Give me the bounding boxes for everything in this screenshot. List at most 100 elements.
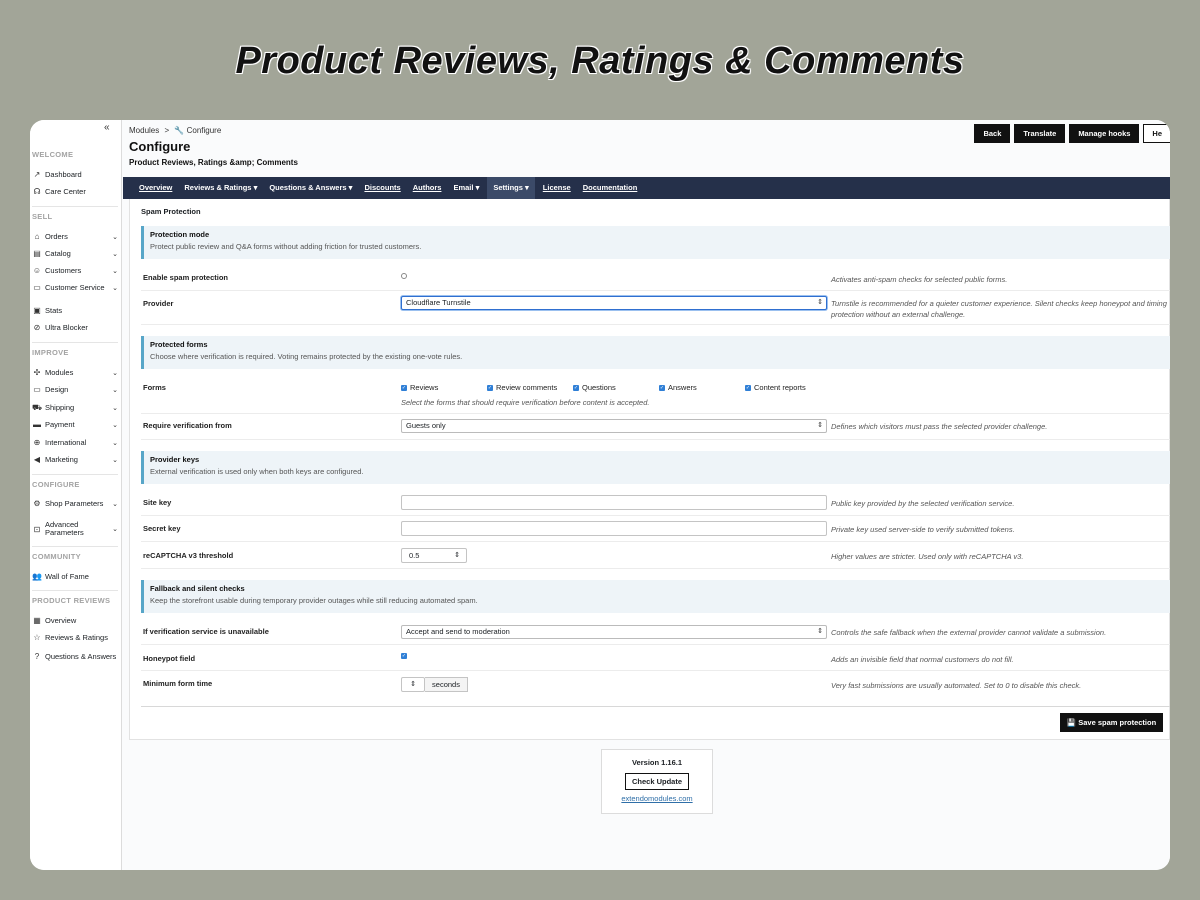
row-divider xyxy=(141,413,1170,414)
tab-settings[interactable]: Settings ▾ xyxy=(487,177,535,199)
gear-icon: ⚙ xyxy=(33,499,41,508)
check-update-button[interactable]: Check Update xyxy=(624,773,689,790)
chevron-down-icon: ⌄ xyxy=(112,386,118,394)
floppy-disk-icon: 💾 xyxy=(1066,718,1077,727)
sidebar-item-catalog[interactable]: ▤ Catalog ⌄ xyxy=(32,249,118,258)
tab-reviews-ratings[interactable]: Reviews & Ratings ▾ xyxy=(184,177,257,199)
puzzle-icon: ✣ xyxy=(33,368,41,377)
sidebar-item-modules[interactable]: ✣ Modules ⌄ xyxy=(32,368,118,377)
sidebar-item-wall-of-fame[interactable]: 👥 Wall of Fame xyxy=(32,572,118,581)
sidebar-item-shipping[interactable]: ⛟ Shipping ⌄ xyxy=(32,403,118,413)
row-divider xyxy=(141,515,1170,516)
provider-select[interactable]: Cloudflare Turnstile ⇕ xyxy=(401,296,827,310)
site-key-label: Site key xyxy=(143,498,172,507)
provider-help: Turnstile is recommended for a quieter c… xyxy=(831,299,1167,319)
unavailable-select[interactable]: Accept and send to moderation ⇕ xyxy=(401,625,827,639)
chevron-down-icon: ⌄ xyxy=(112,456,118,464)
app-window: « WELCOME ↗ Dashboard ☊ Care Center SELL ⌂… xyxy=(30,120,1170,870)
sidebar-item-customer-service[interactable]: ▭ Customer Service ⌄ xyxy=(32,283,118,292)
sidebar-item-advanced-parameters[interactable]: ⊡ Advanced Parameters ⌄ xyxy=(32,521,118,537)
tab-documentation[interactable]: Documentation xyxy=(583,177,638,199)
sidebar-item-ultra-blocker[interactable]: ⊘ Ultra Blocker xyxy=(32,323,118,332)
check-icon: ✓ xyxy=(659,384,665,391)
translate-button[interactable]: Translate xyxy=(1014,124,1066,143)
fallback-info: Fallback and silent checks Keep the stor… xyxy=(141,580,1170,613)
reviews-checkbox[interactable]: ✓ Reviews xyxy=(401,383,438,392)
sidebar-section-improve: IMPROVE xyxy=(32,348,69,357)
tab-license[interactable]: License xyxy=(543,177,571,199)
headset-icon: ☊ xyxy=(33,187,41,196)
sidebar-item-customers[interactable]: ☺ Customers ⌄ xyxy=(32,266,118,275)
honeypot-label: Honeypot field xyxy=(143,654,196,663)
secret-key-label: Secret key xyxy=(143,524,181,533)
main-content: Modules > 🔧 Configure Configure Product … xyxy=(122,120,1170,870)
sidebar-section-community: COMMUNITY xyxy=(32,552,81,561)
sidebar-item-reviews-ratings[interactable]: ☆ Reviews & Ratings xyxy=(32,633,118,642)
group-icon: 👥 xyxy=(32,572,42,581)
header-toolbar: Back Translate Manage hooks He xyxy=(974,124,1170,143)
footer-divider xyxy=(141,706,1170,707)
grid-icon: ▦ xyxy=(33,616,41,625)
help-button[interactable]: He xyxy=(1143,124,1170,143)
sidebar-item-payment[interactable]: ▬ Payment ⌄ xyxy=(32,420,118,429)
min-form-time-input[interactable]: ⇕ xyxy=(401,677,425,692)
save-spam-protection-button[interactable]: 💾 Save spam protection xyxy=(1060,713,1163,732)
row-divider xyxy=(141,541,1170,542)
honeypot-help: Adds an invisible field that normal cust… xyxy=(831,655,1014,664)
sidebar-item-design[interactable]: ▭ Design ⌄ xyxy=(32,385,118,394)
sidebar-divider xyxy=(32,590,118,591)
sidebar-section-welcome: WELCOME xyxy=(32,150,74,159)
panel-heading: Spam Protection xyxy=(141,207,201,216)
chevron-down-icon: ⌄ xyxy=(112,439,118,447)
sidebar-item-overview[interactable]: ▦ Overview xyxy=(32,616,118,625)
min-form-time-label: Minimum form time xyxy=(143,679,213,688)
page-subtitle: Product Reviews, Ratings &amp; Comments xyxy=(129,158,298,167)
tab-overview[interactable]: Overview xyxy=(139,177,172,199)
chevron-down-icon: ⌄ xyxy=(112,421,118,429)
tab-discounts[interactable]: Discounts xyxy=(364,177,400,199)
questions-checkbox[interactable]: ✓ Questions xyxy=(573,383,616,392)
tab-authors[interactable]: Authors xyxy=(413,177,442,199)
truck-icon: ⛟ xyxy=(32,403,43,412)
manage-hooks-button[interactable]: Manage hooks xyxy=(1069,124,1140,143)
wrench-icon: 🔧 xyxy=(174,126,185,135)
secret-key-input[interactable] xyxy=(401,521,827,536)
sidebar-item-dashboard[interactable]: ↗ Dashboard xyxy=(32,170,118,179)
enable-spam-label: Enable spam protection xyxy=(143,273,229,282)
chat-icon: ▭ xyxy=(33,283,41,292)
breadcrumb-modules[interactable]: Modules xyxy=(129,126,159,135)
back-button[interactable]: Back xyxy=(974,124,1011,143)
check-icon: ✓ xyxy=(573,384,579,391)
select-arrows-icon: ⇕ xyxy=(817,422,823,429)
sidebar-item-stats[interactable]: ▣ Stats xyxy=(32,306,118,315)
trend-icon: ↗ xyxy=(33,170,41,179)
protection-mode-info: Protection mode Protect public review an… xyxy=(141,226,1170,259)
sidebar-item-marketing[interactable]: ◀ Marketing ⌄ xyxy=(32,455,118,464)
collapse-sidebar-icon[interactable]: « xyxy=(104,122,110,133)
globe-icon: ⊕ xyxy=(33,438,41,447)
chevron-down-icon: ⌄ xyxy=(112,267,118,275)
chevron-down-icon: ⌄ xyxy=(112,526,118,533)
answers-checkbox[interactable]: ✓ Answers xyxy=(659,383,697,392)
review-comments-checkbox[interactable]: ✓ Review comments xyxy=(487,383,557,392)
enable-spam-toggle[interactable] xyxy=(401,273,407,279)
check-icon: ✓ xyxy=(401,384,407,391)
threshold-input[interactable]: 0.5 ⇕ xyxy=(401,548,467,563)
module-nav: Overview Reviews & Ratings ▾ Questions &… xyxy=(123,177,1170,199)
sidebar-divider xyxy=(32,546,118,547)
star-icon: ☆ xyxy=(33,633,41,642)
honeypot-checkbox[interactable]: ✓ xyxy=(401,653,410,659)
sidebar-item-care-center[interactable]: ☊ Care Center xyxy=(32,187,118,196)
tab-email[interactable]: Email ▾ xyxy=(453,177,479,199)
user-circle-icon: ☺ xyxy=(32,266,42,275)
seconds-addon: seconds xyxy=(425,677,468,692)
sidebar-item-shop-parameters[interactable]: ⚙ Shop Parameters ⌄ xyxy=(32,499,118,508)
sidebar-item-orders[interactable]: ⌂ Orders ⌄ xyxy=(32,232,118,241)
require-verification-select[interactable]: Guests only ⇕ xyxy=(401,419,827,433)
sidebar-item-questions-answers[interactable]: ? Questions & Answers xyxy=(32,652,118,661)
sidebar-item-international[interactable]: ⊕ International ⌄ xyxy=(32,438,118,447)
vendor-link[interactable]: extendomodules.com xyxy=(602,794,712,803)
site-key-input[interactable] xyxy=(401,495,827,510)
content-reports-checkbox[interactable]: ✓ Content reports xyxy=(745,383,806,392)
tab-questions-answers[interactable]: Questions & Answers ▾ xyxy=(269,177,352,199)
